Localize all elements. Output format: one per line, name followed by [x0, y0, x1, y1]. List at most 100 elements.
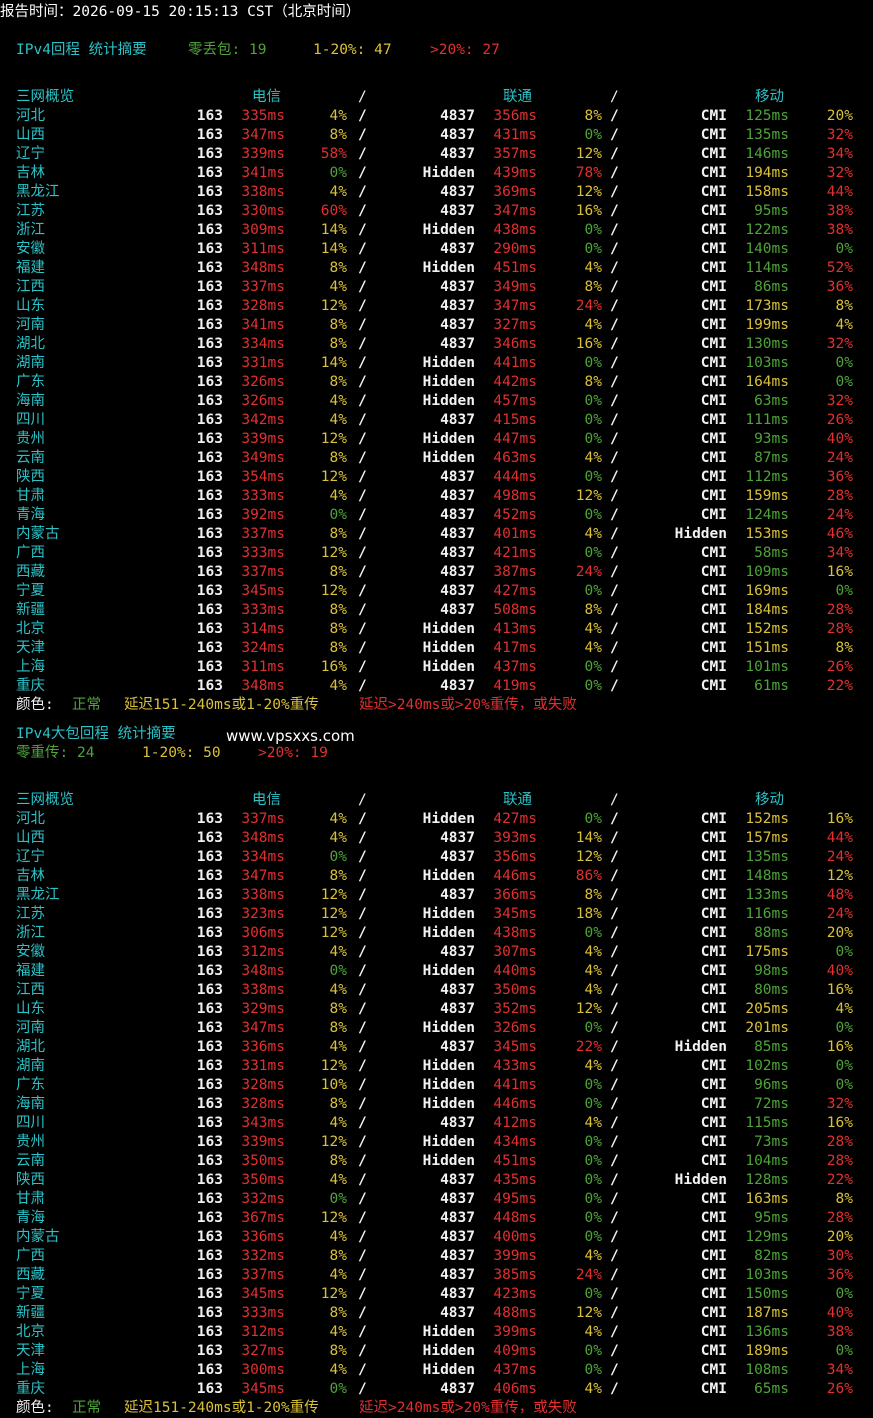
column-separator: / — [358, 868, 367, 884]
cu-loss: 18% — [575, 906, 602, 922]
ct-latency: 347ms — [241, 868, 285, 884]
cm-latency: 152ms — [745, 811, 789, 827]
column-separator: / — [358, 1115, 367, 1131]
ct-asn: 163 — [196, 1324, 223, 1340]
cu-asn: Hidden — [422, 963, 475, 979]
column-separator: / — [358, 298, 367, 314]
cu-latency: 437ms — [493, 659, 537, 675]
cu-latency: 434ms — [493, 1134, 537, 1150]
ct-latency: 342ms — [241, 412, 285, 428]
province-name: 浙江 — [16, 925, 45, 941]
province-name: 四川 — [16, 1115, 45, 1131]
cm-loss: 36% — [826, 469, 853, 485]
column-separator: / — [610, 849, 619, 865]
ct-loss: 8% — [329, 526, 347, 542]
ct-asn: 163 — [196, 241, 223, 257]
cm-latency: 152ms — [745, 621, 789, 637]
cu-asn: 4837 — [440, 146, 475, 162]
cm-loss: 20% — [826, 108, 853, 124]
province-name: 福建 — [16, 260, 45, 276]
province-name: 西藏 — [16, 1267, 45, 1283]
column-separator: / — [610, 640, 619, 656]
table-row: 四川 163 343ms 4% / 4837 412ms 4% / CMI 115ms 16% — [0, 1114, 873, 1133]
ct-loss: 8% — [329, 336, 347, 352]
cm-asn: Hidden — [674, 1039, 727, 1055]
ct-loss: 8% — [329, 640, 347, 656]
ct-asn: 163 — [196, 355, 223, 371]
cu-latency: 399ms — [493, 1324, 537, 1340]
ct-latency: 348ms — [241, 830, 285, 846]
column-separator: / — [358, 279, 367, 295]
column-separator: / — [358, 1210, 367, 1226]
column-separator: / — [358, 1058, 367, 1074]
cm-asn: CMI — [700, 203, 727, 219]
table-row: 辽宁 163 339ms 58% / 4837 357ms 12% / CMI 146ms 34% — [0, 145, 873, 164]
ct-loss: 12% — [320, 1210, 347, 1226]
cm-asn: CMI — [700, 1077, 727, 1093]
cu-loss: 4% — [584, 1324, 602, 1340]
cu-latency: 447ms — [493, 431, 537, 447]
cm-latency: 88ms — [754, 925, 789, 941]
cu-loss: 24% — [575, 298, 602, 314]
province-name: 海南 — [16, 1096, 45, 1112]
table-row: 内蒙古 163 337ms 8% / 4837 401ms 4% / Hidden 153ms 46% — [0, 525, 873, 544]
ct-loss: 0% — [329, 165, 347, 181]
cu-asn: 4837 — [440, 1305, 475, 1321]
ct-asn: 163 — [196, 1362, 223, 1378]
cu-loss: 0% — [584, 1020, 602, 1036]
ct-asn: 163 — [196, 184, 223, 200]
table-row: 海南 163 326ms 4% / Hidden 457ms 0% / CMI 63ms 32% — [0, 392, 873, 411]
table-row: 河南 163 347ms 8% / Hidden 326ms 0% / CMI 201ms 0% — [0, 1019, 873, 1038]
ct-asn: 163 — [196, 1039, 223, 1055]
column-separator: / — [358, 203, 367, 219]
cm-latency: 140ms — [745, 241, 789, 257]
column-separator: / — [358, 1362, 367, 1378]
cm-latency: 201ms — [745, 1020, 789, 1036]
cm-loss: 28% — [826, 621, 853, 637]
cu-asn: Hidden — [422, 868, 475, 884]
cu-asn: Hidden — [422, 640, 475, 656]
table-row: 黑龙江 163 338ms 12% / 4837 366ms 8% / CMI 133ms 48% — [0, 886, 873, 905]
cm-asn: Hidden — [674, 526, 727, 542]
column-separator: / — [610, 431, 619, 447]
ct-asn: 163 — [196, 165, 223, 181]
column-separator: / — [358, 488, 367, 504]
header-separator: / — [610, 792, 619, 808]
cm-asn: CMI — [700, 963, 727, 979]
table-row: 甘肃 163 333ms 4% / 4837 498ms 12% / CMI 159ms 28% — [0, 487, 873, 506]
ct-loss: 0% — [329, 849, 347, 865]
cu-loss: 0% — [584, 1343, 602, 1359]
ct-asn: 163 — [196, 1286, 223, 1302]
ct-loss: 12% — [320, 431, 347, 447]
ct-loss: 4% — [329, 982, 347, 998]
cm-asn: CMI — [700, 488, 727, 504]
cm-loss: 38% — [826, 1324, 853, 1340]
ct-latency: 354ms — [241, 469, 285, 485]
ct-asn: 163 — [196, 336, 223, 352]
cu-asn: 4837 — [440, 469, 475, 485]
ct-loss: 0% — [329, 963, 347, 979]
cu-latency: 399ms — [493, 1248, 537, 1264]
cm-loss: 40% — [826, 431, 853, 447]
column-separator: / — [358, 507, 367, 523]
column-separator: / — [358, 849, 367, 865]
column-separator: / — [610, 184, 619, 200]
province-name: 湖南 — [16, 355, 45, 371]
column-separator: / — [358, 887, 367, 903]
cm-latency: 73ms — [754, 1134, 789, 1150]
ct-latency: 337ms — [241, 1267, 285, 1283]
cm-latency: 169ms — [745, 583, 789, 599]
cm-latency: 187ms — [745, 1305, 789, 1321]
column-separator: / — [358, 127, 367, 143]
ct-loss: 4% — [329, 1039, 347, 1055]
cu-latency: 427ms — [493, 583, 537, 599]
column-separator: / — [610, 1210, 619, 1226]
section-title: IPv4回程 统计摘要 零丢包: 19 1-20%: 47 >20%: 27 — [0, 41, 873, 60]
cm-asn: CMI — [700, 184, 727, 200]
table-row: 吉林 163 347ms 8% / Hidden 446ms 86% / CMI 148ms 12% — [0, 867, 873, 886]
column-separator: / — [358, 374, 367, 390]
table-row: 福建 163 348ms 0% / Hidden 440ms 4% / CMI 98ms 40% — [0, 962, 873, 981]
column-separator: / — [358, 1191, 367, 1207]
column-separator: / — [358, 963, 367, 979]
cu-latency: 508ms — [493, 602, 537, 618]
